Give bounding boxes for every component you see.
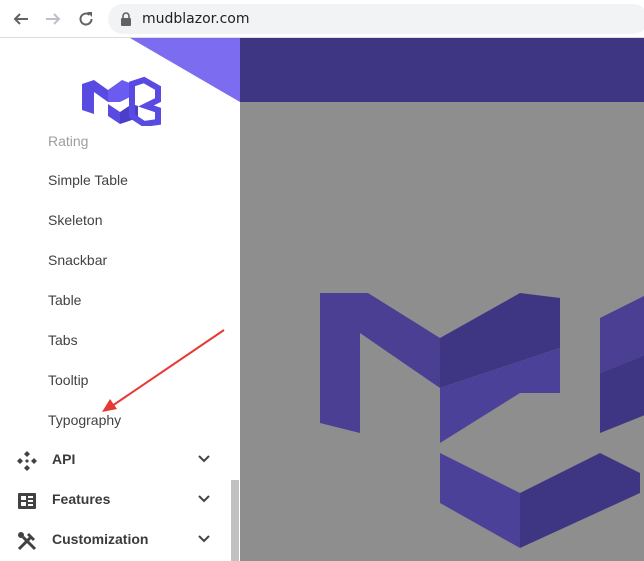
chevron-down-icon bbox=[198, 455, 210, 463]
nav-drawer: Rating Simple Table Skeleton Snackbar Ta… bbox=[0, 38, 240, 561]
nav-item-rating[interactable]: Rating bbox=[48, 131, 88, 151]
api-icon bbox=[17, 451, 37, 471]
nav-group-customization[interactable]: Customization bbox=[0, 520, 230, 560]
nav-item-skeleton[interactable]: Skeleton bbox=[48, 210, 102, 230]
arrow-left-icon bbox=[13, 13, 28, 25]
drawer-scrollbar[interactable] bbox=[231, 480, 239, 561]
browser-toolbar: mudblazor.com bbox=[0, 0, 644, 38]
lock-icon bbox=[121, 12, 131, 26]
nav-group-customization-label: Customization bbox=[52, 531, 149, 547]
page: r Rating Simple Table Skeleton bbox=[0, 38, 644, 561]
nav-item-snackbar[interactable]: Snackbar bbox=[48, 250, 107, 270]
reload-button[interactable] bbox=[75, 8, 97, 30]
main-content: r bbox=[232, 38, 644, 561]
nav-item-tabs[interactable]: Tabs bbox=[48, 330, 78, 350]
nav-group-api-label: API bbox=[52, 451, 76, 467]
url-text: mudblazor.com bbox=[142, 11, 250, 27]
chevron-down-icon bbox=[198, 495, 210, 503]
reload-icon bbox=[79, 12, 93, 26]
customization-icon bbox=[17, 532, 37, 551]
nav-item-typography[interactable]: Typography bbox=[48, 410, 121, 430]
chevron-down-icon bbox=[198, 535, 210, 543]
hero-logo bbox=[320, 293, 644, 548]
back-button[interactable] bbox=[10, 8, 32, 30]
appbar: r bbox=[232, 38, 644, 102]
nav-group-features[interactable]: Features bbox=[0, 480, 230, 520]
nav-item-tooltip[interactable]: Tooltip bbox=[48, 370, 88, 390]
forward-button[interactable] bbox=[42, 8, 64, 30]
features-icon bbox=[18, 493, 36, 509]
nav-item-simple-table[interactable]: Simple Table bbox=[48, 170, 128, 190]
mudblazor-logo[interactable] bbox=[80, 76, 162, 126]
arrow-right-icon bbox=[46, 13, 61, 25]
nav-item-table[interactable]: Table bbox=[48, 290, 81, 310]
nav-group-features-label: Features bbox=[52, 491, 111, 507]
nav-group-api[interactable]: API bbox=[0, 440, 230, 480]
address-bar[interactable]: mudblazor.com bbox=[108, 4, 644, 34]
